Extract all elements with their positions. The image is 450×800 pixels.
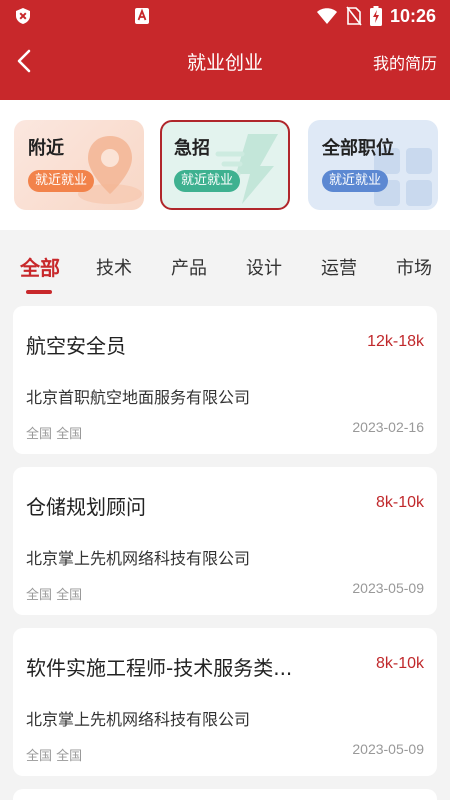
battery-charging-icon xyxy=(369,6,382,26)
job-title: 仓储规划顾问 xyxy=(26,495,146,519)
category-card-nearby[interactable]: 附近 就近就业 xyxy=(14,120,144,210)
category-pill: 就近就业 xyxy=(174,170,241,192)
job-salary: 12k-18k xyxy=(367,333,424,350)
status-time: 10:26 xyxy=(389,5,436,26)
job-location: 全国 全国 xyxy=(26,427,83,442)
tab-marketing[interactable]: 市场 xyxy=(396,254,432,280)
shield-x-icon xyxy=(16,8,30,24)
job-salary: 8k-10k xyxy=(375,494,424,511)
job-location: 全国 全国 xyxy=(26,588,83,603)
job-title: 软件实施工程师-技术服务类... xyxy=(26,656,293,680)
job-card[interactable]: 航空安全员 12k-18k 北京首职航空地面服务有限公司 全国 全国 2023-… xyxy=(13,306,437,454)
tab-operations[interactable]: 运营 xyxy=(321,254,357,280)
category-title: 全部职位 xyxy=(322,138,394,159)
status-bar: 10:26 xyxy=(0,0,450,32)
no-sim-icon xyxy=(346,6,362,26)
job-company: 北京掌上先机网络科技有限公司 xyxy=(26,549,251,568)
navbar: 就业创业 我的简历 xyxy=(0,38,450,84)
location-pin-icon xyxy=(78,136,142,204)
job-type-tabs: 全部 技术 产品 设计 运营 市场 xyxy=(0,230,450,300)
tab-tech[interactable]: 技术 xyxy=(96,254,132,280)
status-right: 10:26 xyxy=(316,4,436,28)
job-company: 北京掌上先机网络科技有限公司 xyxy=(26,710,251,729)
tab-design[interactable]: 设计 xyxy=(246,254,282,280)
job-card-partial[interactable] xyxy=(13,789,437,800)
category-pill: 就近就业 xyxy=(322,170,389,192)
wifi-icon xyxy=(316,8,337,24)
job-salary: 8k-10k xyxy=(375,655,424,672)
job-company: 北京首职航空地面服务有限公司 xyxy=(26,388,251,407)
lightning-icon xyxy=(215,134,278,204)
tab-product[interactable]: 产品 xyxy=(171,254,207,280)
job-date: 2023-02-16 xyxy=(352,419,424,435)
category-cards: 附近 就近就业 急招 就近就业 全部职位 就近就业 xyxy=(0,100,450,230)
job-card[interactable]: 仓储规划顾问 8k-10k 北京掌上先机网络科技有限公司 全国 全国 2023-… xyxy=(13,467,437,615)
job-title: 航空安全员 xyxy=(26,334,126,358)
job-card[interactable]: 软件实施工程师-技术服务类... 8k-10k 北京掌上先机网络科技有限公司 全… xyxy=(13,628,437,776)
active-tab-indicator xyxy=(26,290,52,294)
category-title: 附近 xyxy=(28,138,64,159)
my-resume-link[interactable]: 我的简历 xyxy=(373,50,437,74)
category-card-urgent[interactable]: 急招 就近就业 xyxy=(160,120,290,210)
category-card-all-jobs[interactable]: 全部职位 就近就业 xyxy=(308,120,438,210)
tab-all[interactable]: 全部 xyxy=(20,252,60,281)
category-pill: 就近就业 xyxy=(28,170,95,192)
job-date: 2023-05-09 xyxy=(352,741,424,757)
category-title: 急招 xyxy=(174,138,210,159)
app-header: 10:26 就业创业 我的简历 xyxy=(0,0,450,100)
alert-a-icon xyxy=(135,8,149,24)
job-location: 全国 全国 xyxy=(26,749,83,764)
job-date: 2023-05-09 xyxy=(352,580,424,596)
